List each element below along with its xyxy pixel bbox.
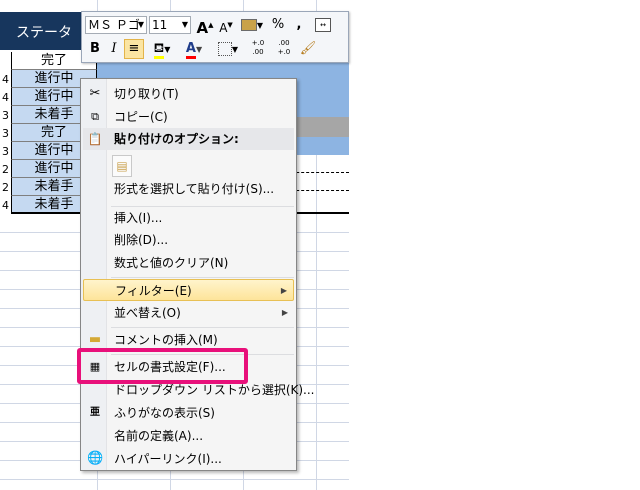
row-edge-digit: 2 xyxy=(2,181,9,194)
menu-section-paste-options: 📋 貼り付けのオプション: xyxy=(83,128,294,150)
menu-item-cut[interactable]: ✂ 切り取り(T) xyxy=(83,83,294,105)
mini-toolbar: ＭＳ Ｐゴ ▼ 11 ▼ A▲ A▼ ▼ % , ↔ B I ≡ ⛾▼ A▼ ▼… xyxy=(81,11,349,63)
font-size-box[interactable]: 11 ▼ xyxy=(149,16,191,34)
menu-item-sort[interactable]: 並べ替え(O) ▶ xyxy=(83,302,294,324)
format-painter-button[interactable]: 🖌 xyxy=(298,39,318,59)
menu-item-label: ハイパーリンク(I)... xyxy=(114,452,222,466)
menu-item-label: ふりがなの表示(S) xyxy=(114,406,215,420)
menu-separator xyxy=(111,327,294,328)
hyperlink-icon: 🌐 xyxy=(87,451,104,466)
menu-item-label: 数式と値のクリア(N) xyxy=(114,256,229,270)
decrease-decimal-button[interactable]: .00 +.0 xyxy=(272,39,296,59)
fill-bucket-icon: ⛾ xyxy=(153,41,165,59)
chevron-down-icon: ▼ xyxy=(256,21,264,30)
menu-item-label: 貼り付けのオプション: xyxy=(114,132,239,146)
menu-item-insert[interactable]: 挿入(I)... xyxy=(83,207,294,229)
chevron-down-icon: ▼ xyxy=(181,20,188,29)
align-center-button[interactable]: ≡ xyxy=(124,39,144,59)
clipboard-icon: ▤ xyxy=(116,159,128,173)
comma-button[interactable]: , xyxy=(289,15,309,35)
menu-item-label: 挿入(I)... xyxy=(114,211,163,225)
chevron-down-icon: ▼ xyxy=(195,45,203,54)
row-edge-digit: 3 xyxy=(2,145,9,158)
chevron-right-icon: ▶ xyxy=(281,308,288,317)
furigana-icon: 亜 xyxy=(90,407,100,418)
shrink-font-button[interactable]: A▼ xyxy=(216,15,236,35)
font-name-value: ＭＳ Ｐゴ xyxy=(88,18,140,32)
percent-button[interactable]: % xyxy=(268,15,288,35)
chevron-down-icon: ▼ xyxy=(137,20,144,29)
font-color-icon: A xyxy=(185,41,196,59)
annotation-highlight-box xyxy=(77,348,248,384)
row-edge-digit: 4 xyxy=(2,91,9,104)
menu-item-delete[interactable]: 削除(D)... xyxy=(83,229,294,251)
menu-item-clear-contents[interactable]: 数式と値のクリア(N) xyxy=(83,252,294,274)
accounting-format-button[interactable]: ▼ xyxy=(239,15,265,35)
fill-color-button[interactable]: ⛾▼ xyxy=(148,39,176,59)
menu-item-label: フィルター(E) xyxy=(115,284,192,298)
chevron-right-icon: ▶ xyxy=(280,286,287,295)
menu-item-show-furigana[interactable]: 亜 ふりがなの表示(S) xyxy=(83,402,294,424)
grow-font-icon: A xyxy=(196,19,209,37)
italic-button[interactable]: I xyxy=(104,39,124,59)
menu-item-filter[interactable]: フィルター(E) ▶ xyxy=(83,279,294,301)
align-center-icon: ≡ xyxy=(128,41,140,56)
increase-decimal-button[interactable]: +.0 .00 xyxy=(246,39,270,59)
borders-button[interactable]: ▼ xyxy=(214,39,242,59)
accounting-format-icon xyxy=(240,18,257,31)
menu-item-paste-special[interactable]: 形式を選択して貼り付け(S)... xyxy=(83,178,294,200)
menu-item-label: 形式を選択して貼り付け(S)... xyxy=(114,182,275,196)
copy-icon: ⧉ xyxy=(91,110,99,123)
menu-item-label: 名前の定義(A)... xyxy=(114,429,204,443)
paste-options-icon: 📋 xyxy=(87,132,103,146)
merge-center-icon: ↔ xyxy=(315,17,331,32)
merge-center-button[interactable]: ↔ xyxy=(313,15,333,35)
menu-item-label: 削除(D)... xyxy=(114,233,169,247)
menu-item-define-name[interactable]: 名前の定義(A)... xyxy=(83,425,294,447)
borders-icon xyxy=(217,41,232,56)
row-edge-digit: 2 xyxy=(2,163,9,176)
chevron-down-icon: ▼ xyxy=(164,45,171,54)
font-size-value: 11 xyxy=(152,18,168,32)
bold-button[interactable]: B xyxy=(85,39,105,59)
menu-item-copy[interactable]: ⧉ コピー(C) xyxy=(83,106,294,128)
comment-icon: ▬ xyxy=(88,332,102,347)
paste-button[interactable]: ▤ xyxy=(112,155,132,177)
menu-item-label: コピー(C) xyxy=(114,110,168,124)
scissors-icon: ✂ xyxy=(89,86,101,101)
paintbrush-icon: 🖌 xyxy=(299,41,317,56)
chevron-down-icon: ▼ xyxy=(231,45,239,54)
menu-item-label: 切り取り(T) xyxy=(114,87,179,101)
context-menu: ✂ 切り取り(T) ⧉ コピー(C) 📋 貼り付けのオプション: ▤ 形式を選択… xyxy=(80,78,315,471)
row-edge-digit: 3 xyxy=(2,127,9,140)
row-edge-digit: 3 xyxy=(2,109,9,122)
row-edge-digit: 4 xyxy=(2,199,9,212)
menu-item-label: 並べ替え(O) xyxy=(114,306,181,320)
grid-line xyxy=(0,479,349,480)
header-status-label: ステータ xyxy=(16,25,72,41)
menu-separator xyxy=(111,277,294,278)
font-color-button[interactable]: A▼ xyxy=(180,39,208,59)
menu-item-hyperlink[interactable]: 🌐 ハイパーリンク(I)... xyxy=(83,448,294,470)
grow-font-button[interactable]: A▲ xyxy=(195,15,215,37)
font-name-box[interactable]: ＭＳ Ｐゴ ▼ xyxy=(85,16,147,34)
row-edge-digit: 4 xyxy=(2,73,9,86)
